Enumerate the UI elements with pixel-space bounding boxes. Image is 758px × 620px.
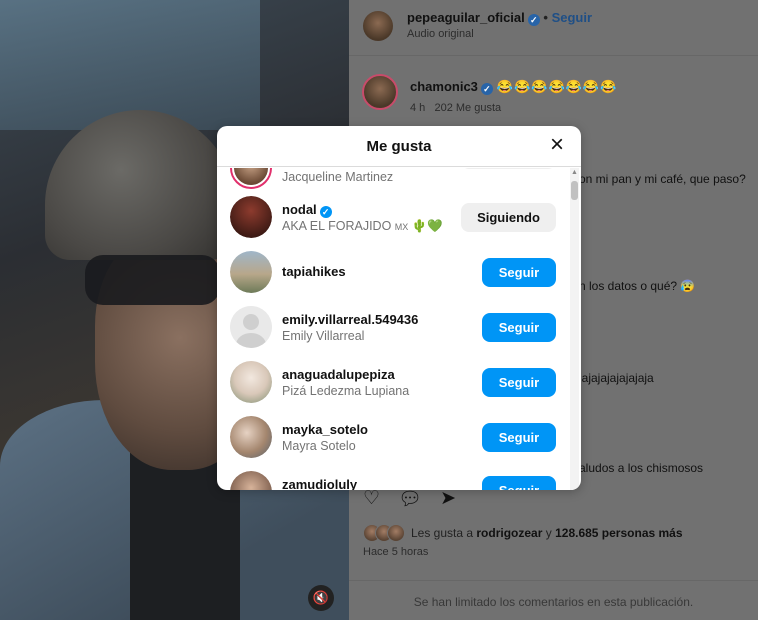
list-item[interactable]: anaguadalupepiza Pizá Ledezma Lupiana Se…	[217, 354, 571, 409]
likes-modal: Me gusta × Jacqueline Martinez nodal ✓ AK…	[217, 126, 581, 490]
likers-list[interactable]: Jacqueline Martinez nodal ✓ AKA EL FORAJI…	[217, 168, 571, 490]
close-icon[interactable]: ×	[545, 133, 569, 158]
default-avatar-icon	[230, 306, 272, 348]
comment-line: chamonic3 ✓ 😂😂😂😂😂😂😂	[410, 79, 617, 95]
user-handle-line: nodal ✓	[282, 202, 332, 218]
user-handle[interactable]: emily.villarreal.549436	[282, 312, 418, 327]
likes-user[interactable]: rodrigozear	[476, 526, 542, 540]
user-fullname-suffix: MX	[394, 222, 409, 232]
list-item[interactable]: nodal ✓ AKA EL FORAJIDO MX 🌵💚 Siguiendo	[217, 189, 571, 244]
action-bar: ♡ 💬︎ ➤	[363, 487, 456, 511]
heart-icon[interactable]: ♡	[363, 487, 380, 511]
following-button[interactable]: Siguiendo	[461, 203, 556, 232]
user-avatar[interactable]	[230, 306, 272, 348]
user-avatar[interactable]	[230, 196, 272, 238]
liker-avatar	[387, 524, 405, 542]
list-item[interactable]: emily.villarreal.549436 Emily Villarreal…	[217, 299, 571, 354]
comment-meta: 4 h 202 Me gusta	[410, 102, 501, 114]
comment-icon[interactable]: 💬︎	[398, 487, 422, 511]
user-fullname: Mayra Sotelo	[282, 439, 356, 453]
comment-snippet: n los datos o qué? 😰	[579, 279, 696, 293]
video-cap	[45, 110, 235, 260]
user-avatar[interactable]	[230, 251, 272, 293]
commenter-username[interactable]: chamonic3	[410, 79, 478, 94]
comment-time: 4 h	[410, 102, 426, 114]
likes-prefix: Les gusta a	[411, 526, 474, 540]
user-avatar[interactable]	[230, 361, 272, 403]
follow-button[interactable]: Seguir	[482, 423, 556, 452]
likes-text[interactable]: Les gusta a rodrigozear y 128.685 person…	[411, 526, 683, 540]
likes-summary: Les gusta a rodrigozear y 128.685 person…	[363, 524, 683, 542]
scroll-up-arrow-icon[interactable]: ▲	[570, 169, 579, 177]
follow-link[interactable]: Seguir	[552, 10, 592, 25]
dot-separator: •	[543, 10, 552, 25]
user-handle[interactable]: mayka_sotelo	[282, 422, 368, 437]
user-fullname-line: AKA EL FORAJIDO MX 🌵💚	[282, 219, 443, 234]
modal-header: Me gusta ×	[217, 126, 581, 167]
comment-emojis: 😂😂😂😂😂😂😂	[496, 79, 618, 94]
user-fullname: Pizá Ledezma Lupiana	[282, 384, 410, 398]
user-avatar[interactable]	[230, 168, 272, 189]
scrollbar-thumb[interactable]	[571, 181, 578, 200]
comments-limited-notice: Se han limitado los comentarios en esta …	[349, 580, 758, 620]
follow-button[interactable]: Seguir	[482, 313, 556, 342]
list-item[interactable]: mayka_sotelo Mayra Sotelo Seguir	[217, 409, 571, 464]
user-fullname-emojis: 🌵💚	[411, 219, 443, 233]
mute-icon[interactable]: 🔇	[308, 585, 334, 611]
following-button[interactable]	[461, 168, 556, 169]
user-fullname: AKA EL FORAJIDO	[282, 219, 392, 233]
share-icon[interactable]: ➤	[440, 487, 456, 511]
post-time: Hace 5 horas	[363, 546, 429, 558]
user-avatar[interactable]	[230, 416, 272, 458]
modal-title: Me gusta	[366, 138, 432, 155]
user-handle[interactable]: nodal	[282, 202, 317, 217]
user-handle[interactable]: tapiahikes	[282, 264, 346, 279]
author-username[interactable]: pepeaguilar_oficial	[407, 10, 525, 25]
likes-others[interactable]: 128.685 personas más	[555, 526, 682, 540]
comment-snippet: jajajajajajajaja	[579, 371, 654, 385]
user-fullname: Emily Villarreal	[282, 329, 365, 343]
comment-snippet: aludos a los chismosos	[579, 461, 704, 475]
verified-icon: ✓	[319, 206, 332, 218]
comment-likes[interactable]: 202 Me gusta	[434, 102, 501, 114]
follow-button[interactable]: Seguir	[482, 258, 556, 287]
user-avatar[interactable]	[230, 471, 272, 490]
user-handle[interactable]: anaguadalupepiza	[282, 367, 395, 382]
verified-icon: ✓	[480, 83, 493, 95]
user-handle[interactable]: zamudioluly	[282, 477, 357, 490]
follow-button[interactable]: Seguir	[482, 476, 556, 490]
follow-button[interactable]: Seguir	[482, 368, 556, 397]
list-item[interactable]: zamudioluly Seguir	[217, 464, 571, 490]
video-sunglasses	[85, 255, 220, 305]
author-line: pepeaguilar_oficial ✓ • Seguir	[407, 10, 592, 26]
likes-connector: y	[545, 526, 552, 540]
post-header: pepeaguilar_oficial ✓ • Seguir Audio orig…	[349, 0, 758, 56]
audio-label[interactable]: Audio original	[407, 28, 474, 40]
commenter-avatar[interactable]	[362, 74, 398, 110]
author-avatar[interactable]	[363, 11, 393, 41]
comment-snippet: on mi pan y mi café, que paso?	[579, 172, 746, 186]
list-item[interactable]: tapiahikes Seguir	[217, 244, 571, 299]
verified-icon: ✓	[527, 14, 540, 26]
user-fullname: Jacqueline Martinez	[282, 170, 394, 184]
scrollbar[interactable]: ▲	[570, 168, 579, 490]
